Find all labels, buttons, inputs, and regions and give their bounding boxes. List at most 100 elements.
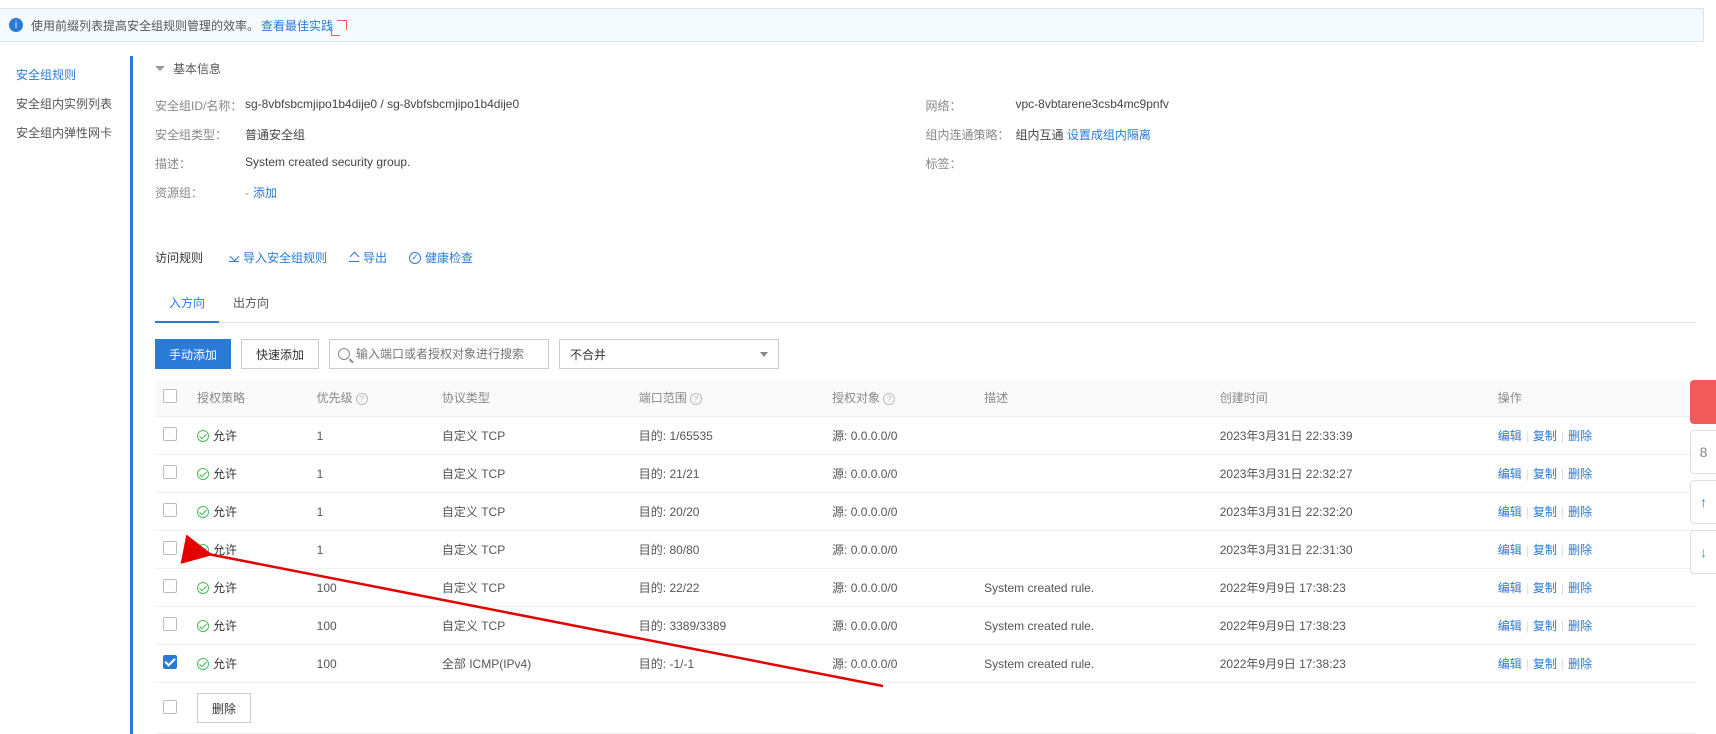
table-row: 允许1自定义 TCP目的: 80/80源: 0.0.0.0/02023年3月31… — [155, 531, 1696, 569]
row-checkbox[interactable] — [163, 503, 177, 517]
float-count-button[interactable]: 8 — [1690, 430, 1716, 474]
policy-cell: 允许 — [197, 465, 237, 482]
allow-icon — [197, 468, 209, 480]
help-icon[interactable]: ? — [883, 393, 895, 405]
created-cell: 2023年3月31日 22:33:39 — [1212, 417, 1490, 455]
created-cell: 2022年9月9日 17:38:23 — [1212, 607, 1490, 645]
ops-cell: 编辑|复制|删除 — [1490, 493, 1696, 531]
row-checkbox[interactable] — [163, 427, 177, 441]
copy-link[interactable]: 复制 — [1533, 619, 1557, 633]
edit-link[interactable]: 编辑 — [1498, 619, 1522, 633]
search-input-wrap[interactable] — [329, 339, 549, 369]
basic-info-header[interactable]: 基本信息 — [155, 60, 1696, 77]
delete-link[interactable]: 删除 — [1568, 619, 1592, 633]
target-cell: 源: 0.0.0.0/0 — [824, 455, 976, 493]
protocol-cell: 自定义 TCP — [434, 493, 631, 531]
target-cell: 源: 0.0.0.0/0 — [824, 417, 976, 455]
protocol-cell: 自定义 TCP — [434, 531, 631, 569]
edit-link[interactable]: 编辑 — [1498, 429, 1522, 443]
row-checkbox[interactable] — [163, 617, 177, 631]
intra-isolation-link[interactable]: 设置成组内隔离 — [1067, 128, 1151, 142]
table-row: 允许1自定义 TCP目的: 1/65535源: 0.0.0.0/02023年3月… — [155, 417, 1696, 455]
col-ops: 操作 — [1490, 379, 1696, 417]
batch-delete-button[interactable]: 删除 — [197, 693, 251, 723]
label-tag: 标签： — [926, 155, 1016, 172]
created-cell: 2023年3月31日 22:32:27 — [1212, 455, 1490, 493]
ops-cell: 编辑|复制|删除 — [1490, 417, 1696, 455]
value-net: vpc-8vbtarene3csb4mc9pnfv — [1016, 97, 1169, 114]
delete-link[interactable]: 删除 — [1568, 657, 1592, 671]
value-sg-id: sg-8vbfsbcmjipo1b4dije0 / sg-8vbfsbcmjip… — [245, 97, 519, 114]
value-sg-type: 普通安全组 — [245, 126, 305, 143]
edit-link[interactable]: 编辑 — [1498, 467, 1522, 481]
label-sg-id: 安全组ID/名称： — [155, 97, 245, 114]
target-cell: 源: 0.0.0.0/0 — [824, 493, 976, 531]
merge-select[interactable]: 不合并 — [559, 339, 779, 369]
edit-link[interactable]: 编辑 — [1498, 581, 1522, 595]
float-up-button[interactable]: ↑ — [1690, 480, 1716, 524]
tab-outbound[interactable]: 出方向 — [219, 284, 283, 322]
desc-cell — [976, 417, 1212, 455]
sidebar-item-rules[interactable]: 安全组规则 — [16, 60, 130, 89]
health-check-link[interactable]: ✓健康检查 — [409, 249, 473, 266]
edit-link[interactable]: 编辑 — [1498, 505, 1522, 519]
copy-link[interactable]: 复制 — [1533, 657, 1557, 671]
delete-link[interactable]: 删除 — [1568, 467, 1592, 481]
export-rules-link[interactable]: 导出 — [349, 249, 387, 266]
table-row: 允许100全部 ICMP(IPv4)目的: -1/-1源: 0.0.0.0/0S… — [155, 645, 1696, 683]
priority-cell: 1 — [309, 531, 434, 569]
help-icon[interactable]: ? — [690, 393, 702, 405]
delete-link[interactable]: 删除 — [1568, 429, 1592, 443]
policy-cell: 允许 — [197, 617, 237, 634]
ops-cell: 编辑|复制|删除 — [1490, 455, 1696, 493]
row-checkbox[interactable] — [163, 579, 177, 593]
copy-link[interactable]: 复制 — [1533, 429, 1557, 443]
add-quick-button[interactable]: 快速添加 — [241, 339, 319, 369]
check-circle-icon: ✓ — [409, 252, 421, 264]
side-nav: 安全组规则 安全组内实例列表 安全组内弹性网卡 — [0, 42, 130, 734]
row-checkbox[interactable] — [163, 655, 177, 669]
best-practices-link[interactable]: 查看最佳实践 — [261, 17, 333, 34]
desc-cell: System created rule. — [976, 569, 1212, 607]
resgroup-add-link[interactable]: 添加 — [253, 186, 277, 200]
copy-link[interactable]: 复制 — [1533, 581, 1557, 595]
policy-cell: 允许 — [197, 655, 237, 672]
delete-link[interactable]: 删除 — [1568, 543, 1592, 557]
edit-link[interactable]: 编辑 — [1498, 543, 1522, 557]
row-checkbox[interactable] — [163, 541, 177, 555]
sidebar-item-instances[interactable]: 安全组内实例列表 — [16, 89, 130, 118]
desc-cell — [976, 455, 1212, 493]
float-feedback-button[interactable] — [1690, 380, 1716, 424]
port-cell: 目的: -1/-1 — [631, 645, 824, 683]
col-port: 端口范围 — [639, 391, 687, 405]
allow-icon — [197, 506, 209, 518]
delete-link[interactable]: 删除 — [1568, 505, 1592, 519]
priority-cell: 100 — [309, 569, 434, 607]
edit-link[interactable]: 编辑 — [1498, 657, 1522, 671]
copy-link[interactable]: 复制 — [1533, 543, 1557, 557]
port-cell: 目的: 80/80 — [631, 531, 824, 569]
copy-link[interactable]: 复制 — [1533, 505, 1557, 519]
add-manual-button[interactable]: 手动添加 — [155, 339, 231, 369]
select-all-checkbox[interactable] — [163, 389, 177, 403]
float-down-button[interactable]: ↓ — [1690, 530, 1716, 574]
collapse-arrow-icon — [155, 66, 165, 71]
help-icon[interactable]: ? — [356, 393, 368, 405]
ops-cell: 编辑|复制|删除 — [1490, 645, 1696, 683]
label-intra: 组内连通策略： — [926, 126, 1016, 143]
col-priority: 优先级 — [317, 391, 353, 405]
row-checkbox[interactable] — [163, 465, 177, 479]
priority-cell: 1 — [309, 493, 434, 531]
copy-link[interactable]: 复制 — [1533, 467, 1557, 481]
import-rules-link[interactable]: 导入安全组规则 — [229, 249, 327, 266]
chevron-down-icon — [760, 352, 768, 357]
search-input[interactable] — [356, 347, 540, 361]
resgroup-dash: - — [245, 186, 249, 200]
policy-cell: 允许 — [197, 541, 237, 558]
footer-select-checkbox[interactable] — [163, 700, 177, 714]
tab-inbound[interactable]: 入方向 — [155, 284, 219, 323]
col-policy: 授权策略 — [189, 379, 309, 417]
col-desc: 描述 — [976, 379, 1212, 417]
delete-link[interactable]: 删除 — [1568, 581, 1592, 595]
sidebar-item-eni[interactable]: 安全组内弹性网卡 — [16, 118, 130, 147]
